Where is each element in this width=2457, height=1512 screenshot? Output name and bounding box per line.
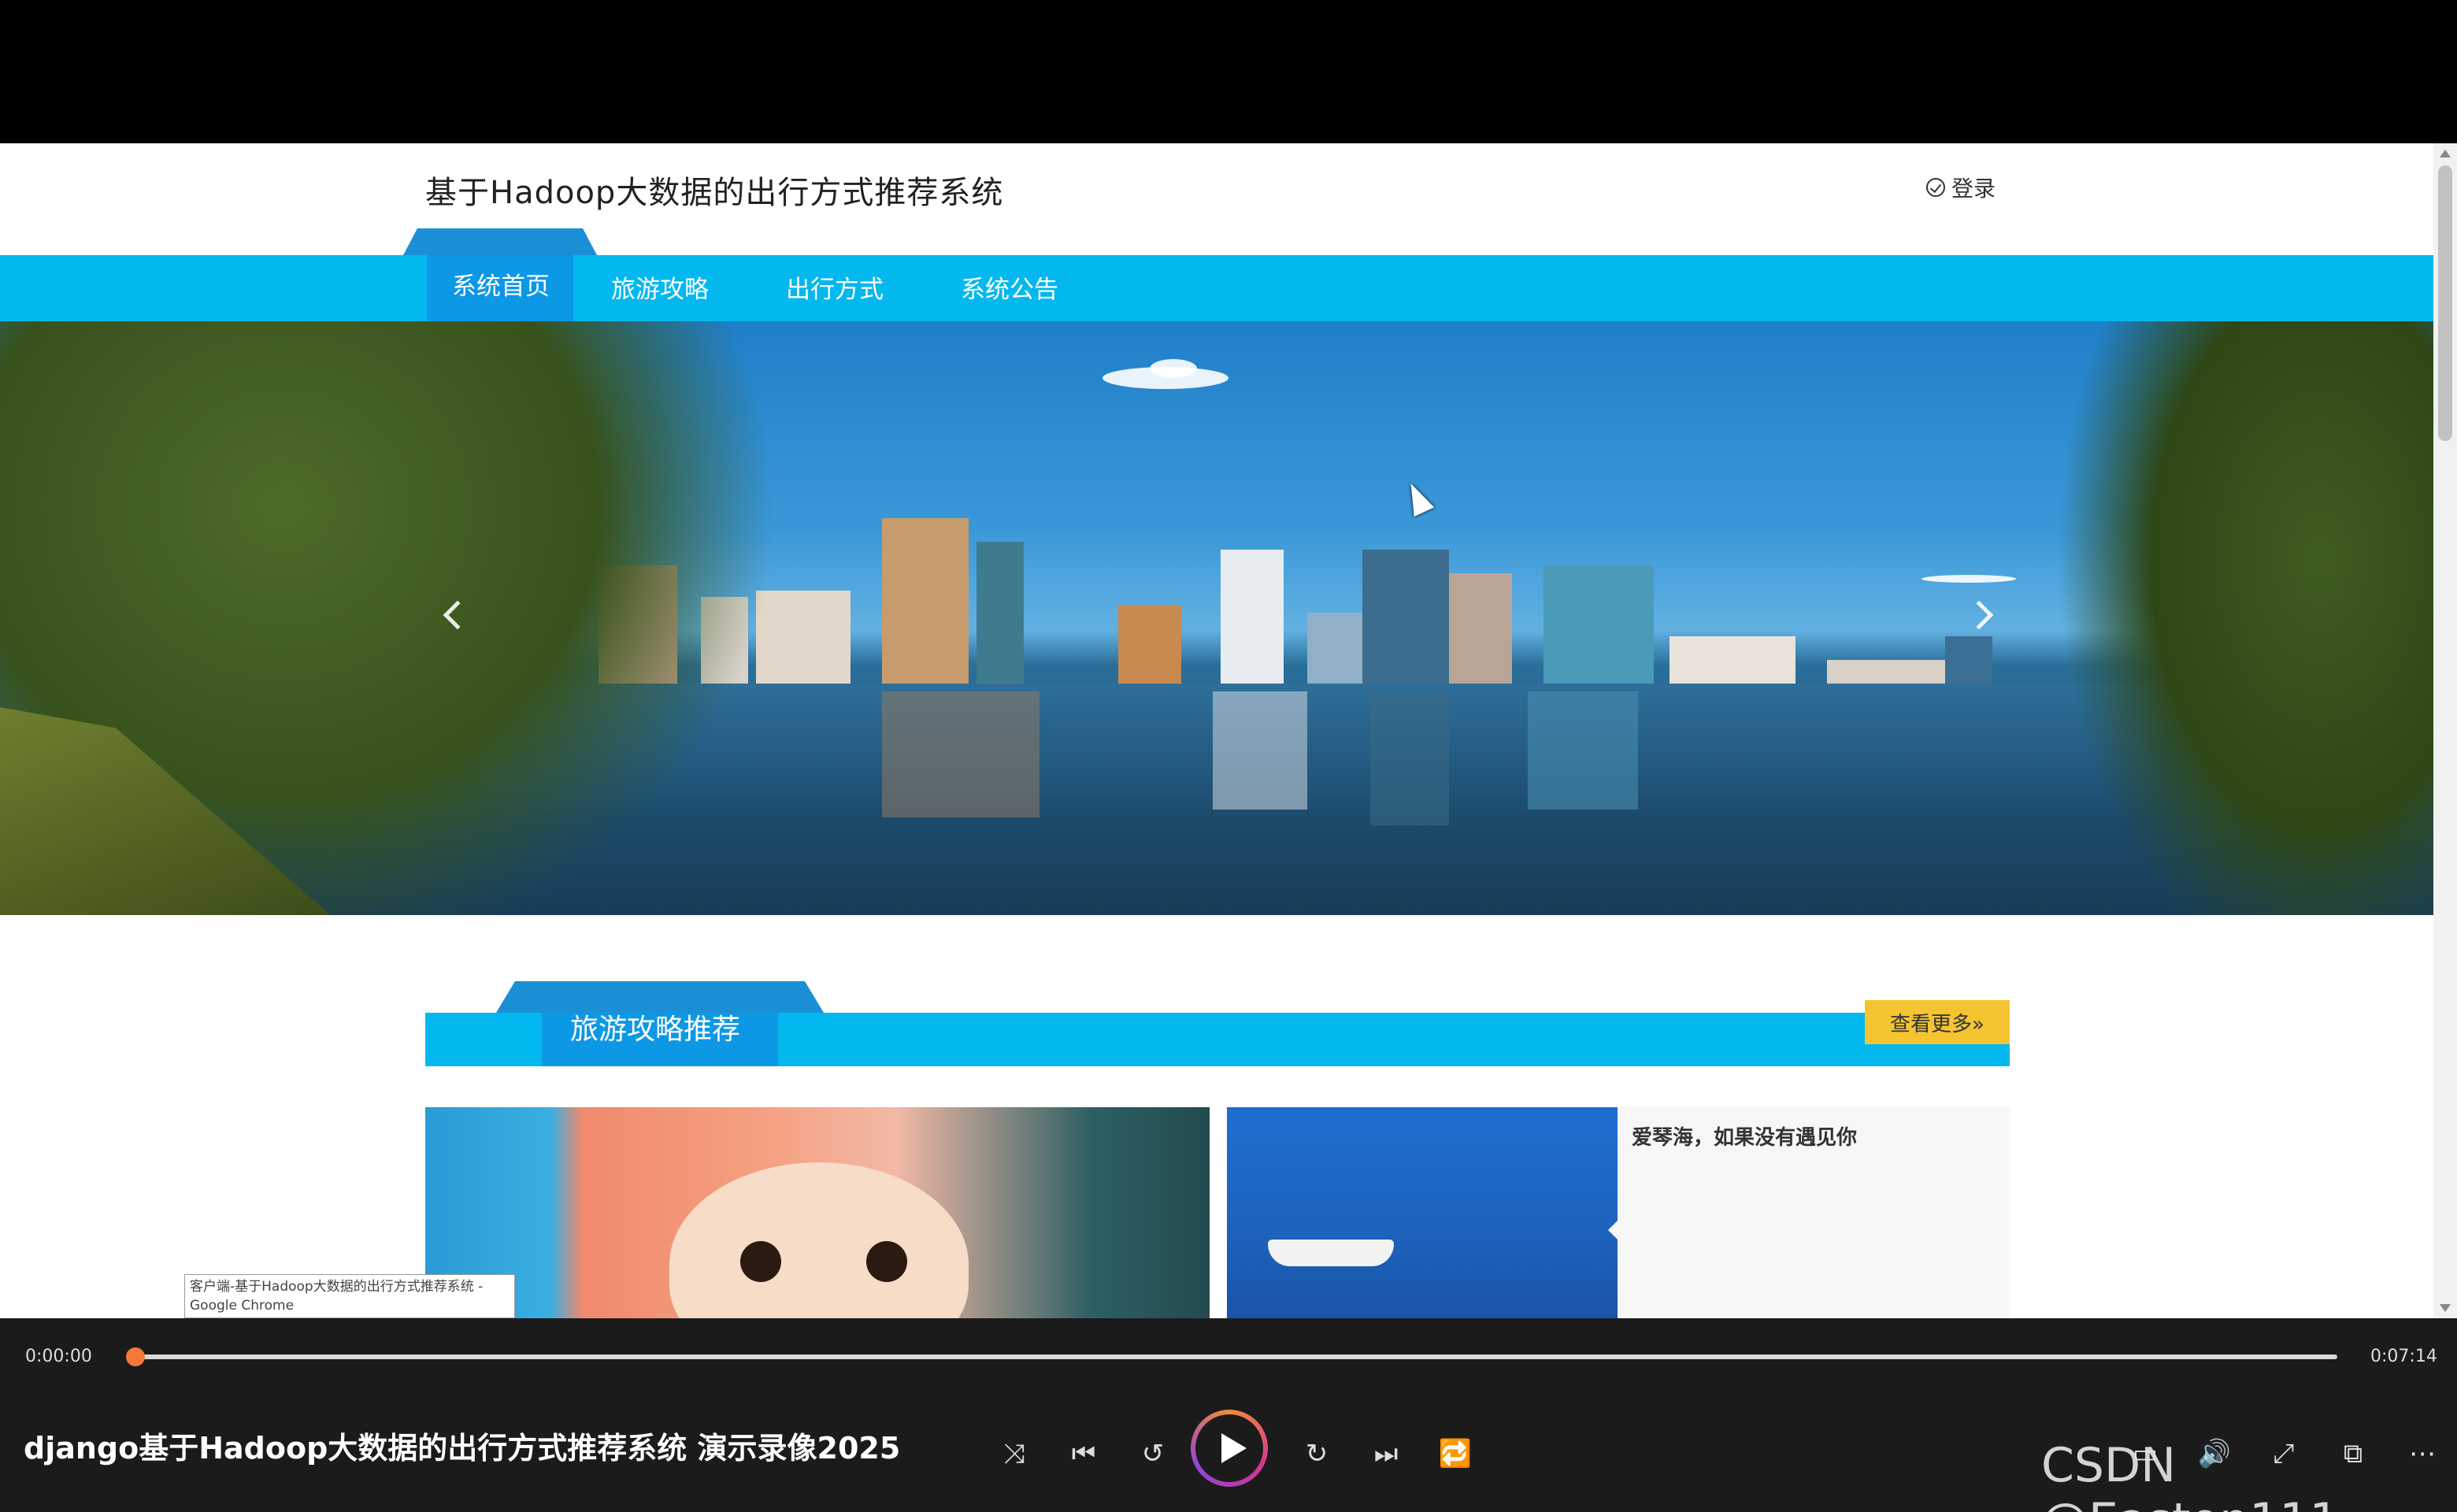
csdn-watermark: CSDN @Easton111 [2041, 1438, 2340, 1512]
scrollbar-thumb[interactable] [2438, 165, 2452, 441]
scroll-down-icon[interactable] [2440, 1304, 2451, 1312]
reflection [882, 691, 1040, 817]
nav-item-home[interactable]: 系统首页 [452, 266, 550, 302]
reflection [1528, 691, 1638, 810]
eye [866, 1241, 907, 1282]
nav-item-travel-guides[interactable]: 旅游攻略 [611, 269, 709, 305]
eye [740, 1241, 781, 1282]
reflection [1370, 691, 1449, 825]
check-circle-icon [1926, 178, 1945, 197]
site-header: 基于Hadoop大数据的出行方式推荐系统 登录 [0, 143, 2433, 255]
play-button[interactable] [1191, 1410, 1268, 1487]
time-current: 0:00:00 [25, 1347, 92, 1366]
guide-card-large[interactable] [425, 1107, 1210, 1318]
screen: 基于Hadoop大数据的出行方式推荐系统 登录 系统首页 旅游攻略 出行方式 系… [0, 0, 2457, 1512]
tooltip-line-1: 客户端-基于Hadoop大数据的出行方式推荐系统 - [190, 1279, 484, 1295]
next-icon[interactable]: ⏭ [1369, 1436, 1403, 1471]
cloud [1150, 359, 1197, 378]
page-scrollbar[interactable] [2433, 143, 2457, 1318]
tree-right [2055, 321, 2433, 915]
progress-bar[interactable] [126, 1347, 2337, 1366]
tooltip-line-2: Google Chrome [190, 1298, 295, 1314]
taskbar-tooltip: 客户端-基于Hadoop大数据的出行方式推荐系统 - Google Chrome [184, 1274, 515, 1318]
shuffle-icon[interactable]: ⤨ [997, 1436, 1032, 1471]
card-notch [1608, 1221, 1618, 1240]
progress-knob[interactable] [126, 1347, 145, 1366]
repeat-icon[interactable]: 🔁 [1438, 1436, 1473, 1471]
time-total: 0:07:14 [2370, 1347, 2437, 1366]
previous-icon[interactable]: ⏮ [1066, 1436, 1101, 1471]
cruise-ship [1268, 1240, 1394, 1266]
view-more-button[interactable]: 查看更多» [1865, 1000, 2010, 1044]
hero-carousel[interactable] [0, 321, 2433, 915]
baby-photo [669, 1162, 969, 1318]
login-link[interactable]: 登录 [1926, 172, 1996, 203]
rewind-10-icon[interactable]: ↺ [1136, 1436, 1170, 1471]
section-title: 旅游攻略推荐 [570, 1014, 741, 1046]
nav-item-travel-modes[interactable]: 出行方式 [786, 269, 884, 305]
video-player-controls: 0:00:00 0:07:14 django基于Hadoop大数据的出行方式推荐… [0, 1318, 2457, 1512]
play-icon [1221, 1433, 1247, 1463]
scroll-up-icon[interactable] [2440, 150, 2451, 158]
top-black-band [0, 0, 2457, 143]
browser-page: 基于Hadoop大数据的出行方式推荐系统 登录 系统首页 旅游攻略 出行方式 系… [0, 143, 2457, 1318]
login-label: 登录 [1951, 176, 1996, 202]
guide-card[interactable]: 爱琴海，如果没有遇见你 [1227, 1107, 2010, 1318]
site-title: 基于Hadoop大数据的出行方式推荐系统 [425, 175, 1004, 211]
reflection [1213, 691, 1307, 810]
sea-photo [1227, 1107, 1618, 1318]
video-title: django基于Hadoop大数据的出行方式推荐系统 演示录像2025 [24, 1431, 901, 1466]
nav-item-announcements[interactable]: 系统公告 [961, 269, 1058, 305]
forward-30-icon[interactable]: ↻ [1299, 1436, 1334, 1471]
guide-card-title: 爱琴海，如果没有遇见你 [1632, 1126, 1858, 1150]
nav-bar [0, 255, 2433, 321]
